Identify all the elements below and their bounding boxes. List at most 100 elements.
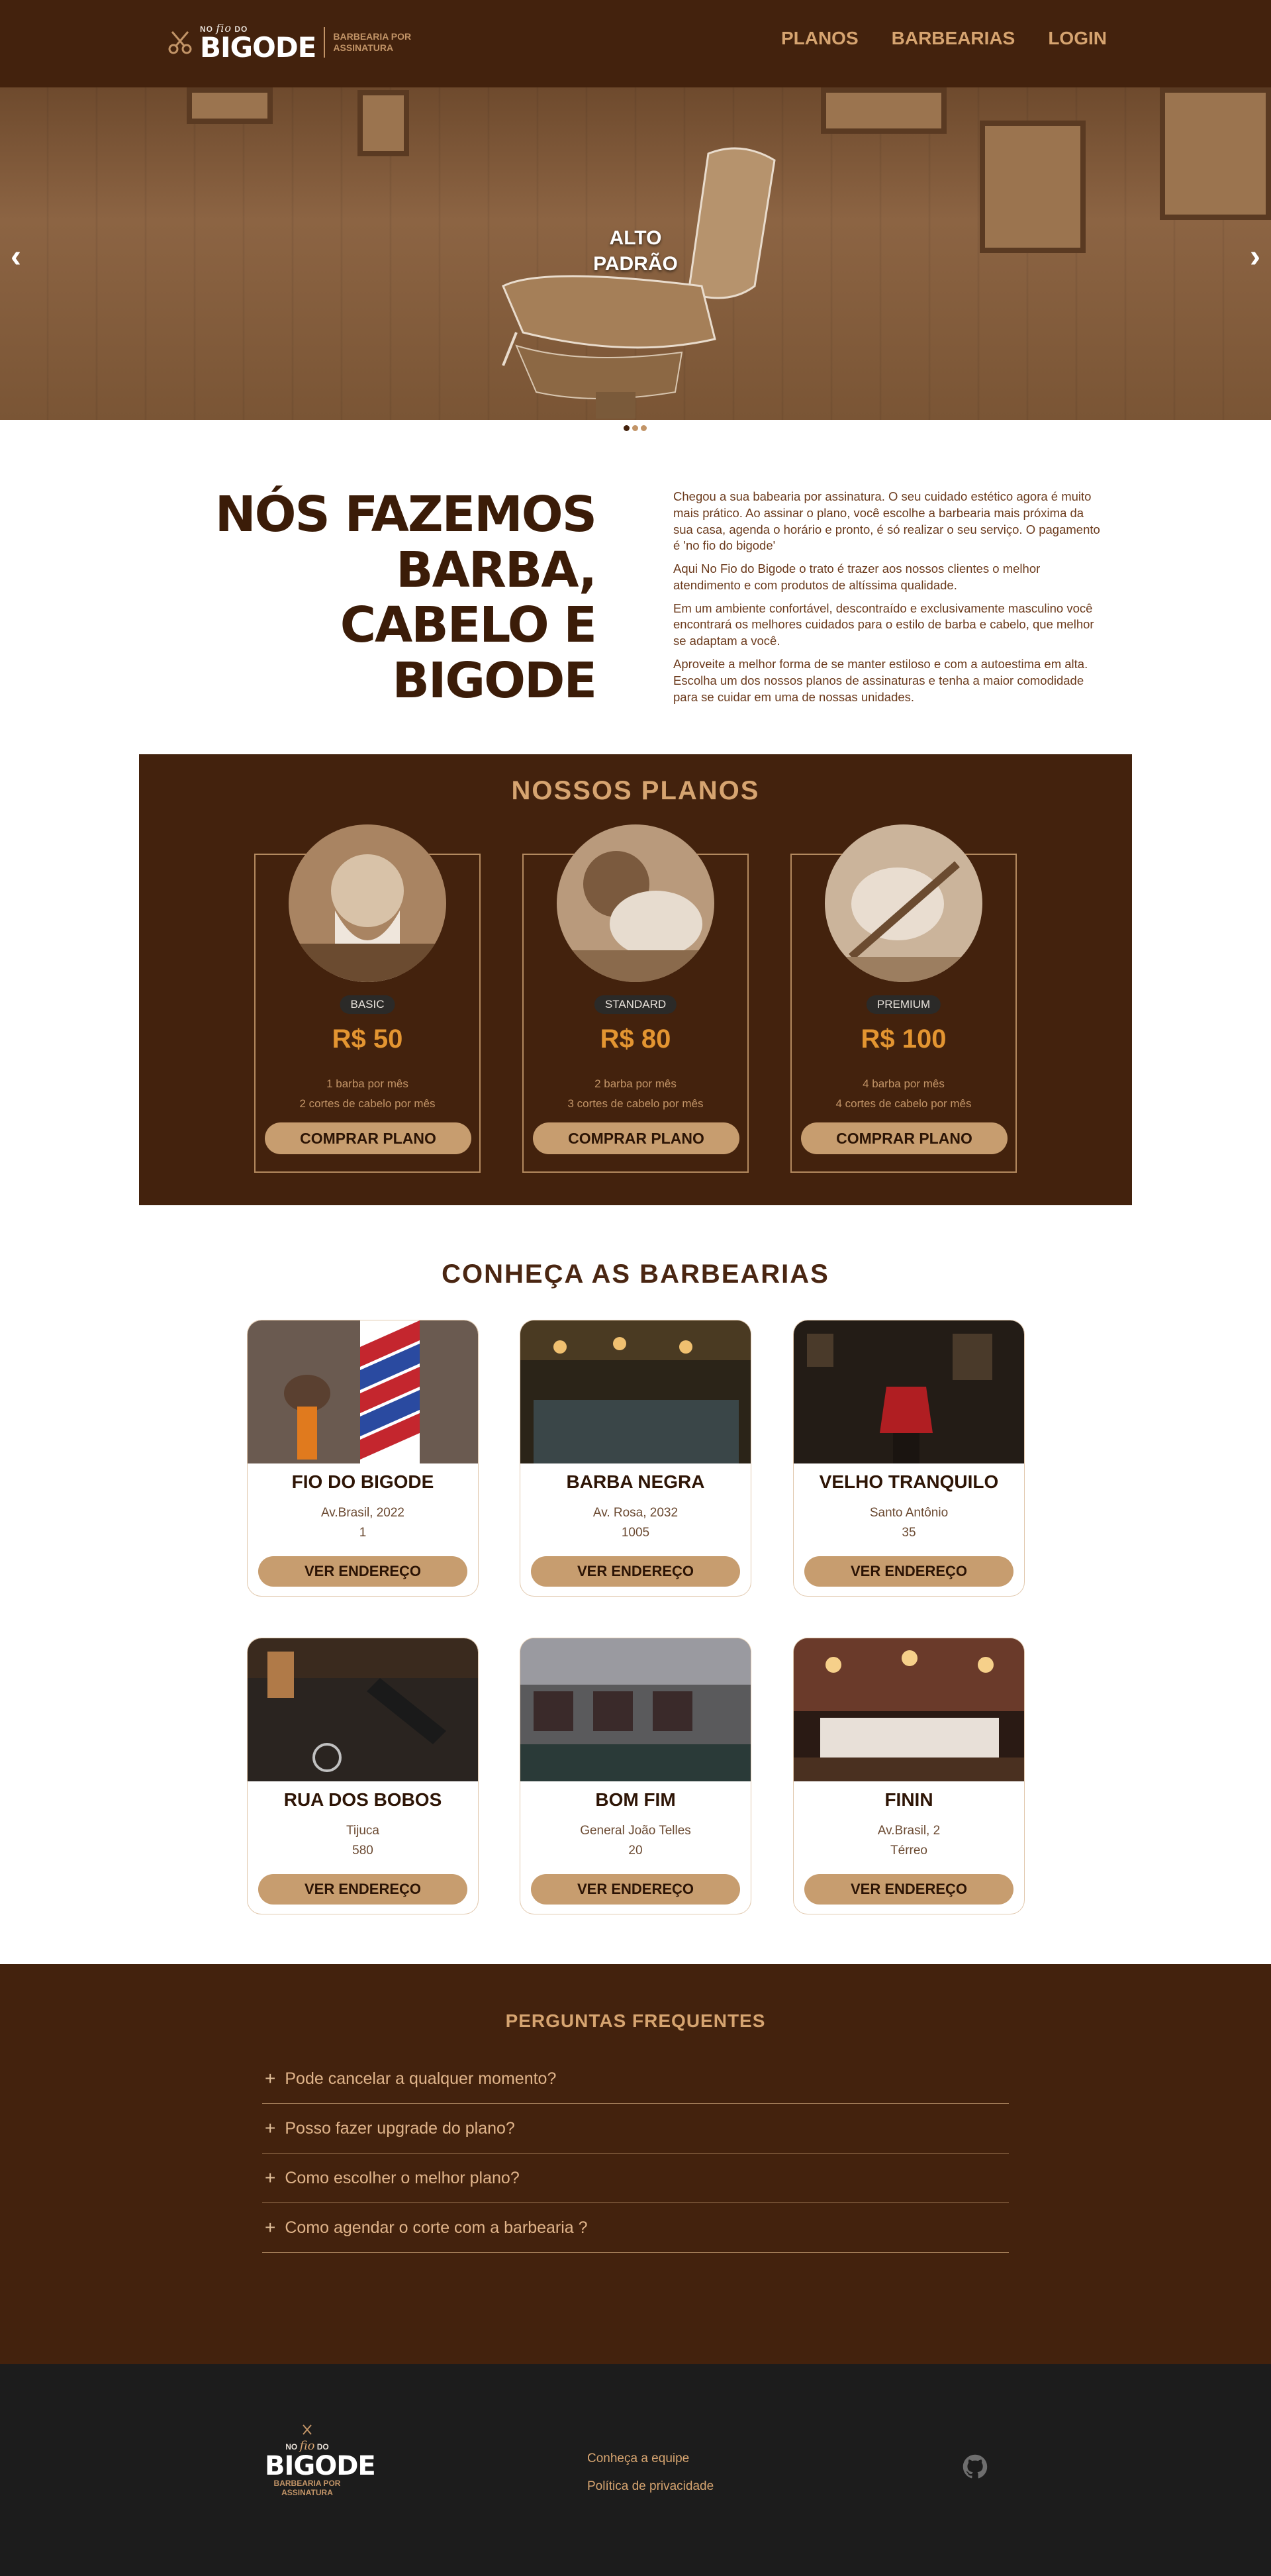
barbershop-photo [248,1320,478,1463]
carousel-indicators [624,425,647,431]
intro-paragraph: Chegou a sua babearia por assinatura. O … [673,489,1100,553]
plus-icon: + [265,2167,276,2188]
faq-section: PERGUNTAS FREQUENTES + Pode cancelar a q… [0,1964,1271,2364]
barbershop-card: BARBA NEGRA Av. Rosa, 2032 1005 VER ENDE… [520,1320,751,1597]
brand-logo[interactable]: NO fio DO BIGODE BARBEARIA POR ASSINATUR… [165,16,419,69]
hero-carousel: ALTO PADRÃO ‹ › [0,87,1271,420]
view-address-button[interactable]: VER ENDEREÇO [804,1556,1013,1587]
plan-photo [289,824,446,982]
carousel-next-icon[interactable]: › [1250,241,1260,273]
carousel-dot[interactable] [624,425,630,431]
buy-plan-button[interactable]: COMPRAR PLANO [265,1122,471,1154]
footer-logo[interactable]: NO fio DO BIGODE BARBEARIA POR ASSINATUR… [265,2424,376,2498]
barbershop-address-number: 35 [902,1526,916,1540]
barbershop-name: FININ [884,1789,933,1810]
hero-picture-frame [187,87,273,124]
view-address-button[interactable]: VER ENDEREÇO [531,1556,740,1587]
plan-photo [825,824,982,982]
barbershop-card: RUA DOS BOBOS Tijuca 580 VER ENDEREÇO [247,1638,479,1914]
logo-tagline: BARBEARIA POR ASSINATURA [333,30,412,54]
barbershop-card: FIO DO BIGODE Av.Brasil, 2022 1 VER ENDE… [247,1320,479,1597]
faq-question: Pode cancelar a qualquer momento? [285,2069,557,2088]
plan-feature: 4 barba por mês [863,1077,945,1090]
plan-feature: 2 barba por mês [594,1077,677,1090]
plan-feature: 1 barba por mês [326,1077,408,1090]
barbershop-address-number: 580 [352,1844,373,1858]
plus-icon: + [265,2118,276,2138]
main-nav: PLANOS BARBEARIAS LOGIN [781,28,1107,49]
plan-card-standard: STANDARD R$ 80 2 barba por mês 3 cortes … [522,824,749,1173]
faq-title: PERGUNTAS FREQUENTES [505,2010,766,2031]
barbershop-photo [520,1320,751,1463]
plan-price: R$ 50 [332,1024,403,1054]
hero-picture-frame [1160,87,1271,220]
footer-link-privacy[interactable]: Política de privacidade [587,2479,714,2494]
view-address-button[interactable]: VER ENDEREÇO [804,1874,1013,1905]
intro-title: NÓS FAZEMOS BARBA, CABELO E BIGODE [214,486,597,709]
scissors-icon [168,31,192,54]
nav-barbearias[interactable]: BARBEARIAS [892,28,1015,49]
barbershop-address: Av.Brasil, 2022 [320,1506,405,1520]
barbershop-address: Av.Brasil, 2 [877,1824,941,1838]
barbershop-address-number: Térreo [890,1844,927,1858]
plan-feature: 2 cortes de cabelo por mês [299,1097,436,1110]
plan-price: R$ 100 [861,1024,947,1054]
barbershop-address: Santo Antônio [869,1506,949,1520]
barbershop-address: Tijuca [346,1824,379,1838]
carousel-dot[interactable] [641,425,647,431]
buy-plan-button[interactable]: COMPRAR PLANO [533,1122,739,1154]
faq-question: Como agendar o corte com a barbearia ? [285,2218,588,2237]
barbershop-photo [520,1638,751,1781]
nav-login[interactable]: LOGIN [1048,28,1107,49]
barbershop-name: BARBA NEGRA [566,1471,705,1492]
intro-text: Chegou a sua babearia por assinatura. O … [673,489,1101,712]
barbershop-name: BOM FIM [595,1789,676,1810]
faq-item[interactable]: + Como agendar o corte com a barbearia ? [262,2203,1009,2253]
buy-plan-button[interactable]: COMPRAR PLANO [801,1122,1008,1154]
barbershop-card: BOM FIM General João Telles 20 VER ENDER… [520,1638,751,1914]
barbershop-address-number: 1005 [621,1526,650,1540]
plus-icon: + [265,2068,276,2089]
barbershops-title: CONHEÇA AS BARBEARIAS [442,1260,829,1289]
barbershop-address-number: 1 [359,1526,367,1540]
hero-caption: ALTO PADRÃO [593,227,678,275]
barbershop-address: Av. Rosa, 2032 [592,1506,679,1520]
plus-icon: + [265,2217,276,2238]
hero-picture-frame [821,87,947,134]
faq-item[interactable]: + Como escolher o melhor plano? [262,2154,1009,2203]
logo-wordmark: NO fio DO BIGODE [200,22,316,64]
barbershop-photo [794,1320,1024,1463]
site-footer: NO fio DO BIGODE BARBEARIA POR ASSINATUR… [0,2364,1271,2576]
plan-photo [557,824,714,982]
barbershop-photo [248,1638,478,1781]
site-header: NO fio DO BIGODE BARBEARIA POR ASSINATUR… [0,0,1271,87]
intro-paragraph: Aqui No Fio do Bigode o trato é trazer a… [673,562,1041,592]
carousel-prev-icon[interactable]: ‹ [11,241,21,273]
plan-feature: 4 cortes de cabelo por mês [835,1097,972,1110]
logo-divider [324,27,326,58]
plan-price: R$ 80 [600,1024,671,1054]
barbershop-name: VELHO TRANQUILO [819,1471,999,1492]
footer-link-team[interactable]: Conheça a equipe [587,2452,714,2466]
view-address-button[interactable]: VER ENDEREÇO [258,1556,467,1587]
barbershop-card: FININ Av.Brasil, 2 Térreo VER ENDEREÇO [793,1638,1025,1914]
plan-feature: 3 cortes de cabelo por mês [567,1097,704,1110]
intro-paragraph: Em um ambiente confortável, descontraído… [673,601,1094,648]
plans-section: NOSSOS PLANOS BASIC R$ 50 1 barba por mê… [139,754,1132,1205]
view-address-button[interactable]: VER ENDEREÇO [258,1874,467,1905]
carousel-dot[interactable] [632,425,638,431]
plan-badge: STANDARD [594,995,677,1014]
github-icon[interactable] [963,2454,988,2479]
faq-item[interactable]: + Pode cancelar a qualquer momento? [262,2054,1009,2104]
barbershop-photo [794,1638,1024,1781]
view-address-button[interactable]: VER ENDEREÇO [531,1874,740,1905]
scissors-icon [303,2424,312,2435]
nav-planos[interactable]: PLANOS [781,28,859,49]
barbershop-address: General João Telles [580,1824,691,1838]
faq-item[interactable]: + Posso fazer upgrade do plano? [262,2104,1009,2154]
intro-paragraph: Aproveite a melhor forma de se manter es… [673,657,1088,704]
footer-links: Conheça a equipe Política de privacidade [587,2452,714,2494]
plan-badge: BASIC [340,995,395,1014]
barbershop-address-number: 20 [628,1844,643,1858]
faq-question: Posso fazer upgrade do plano? [285,2118,515,2138]
